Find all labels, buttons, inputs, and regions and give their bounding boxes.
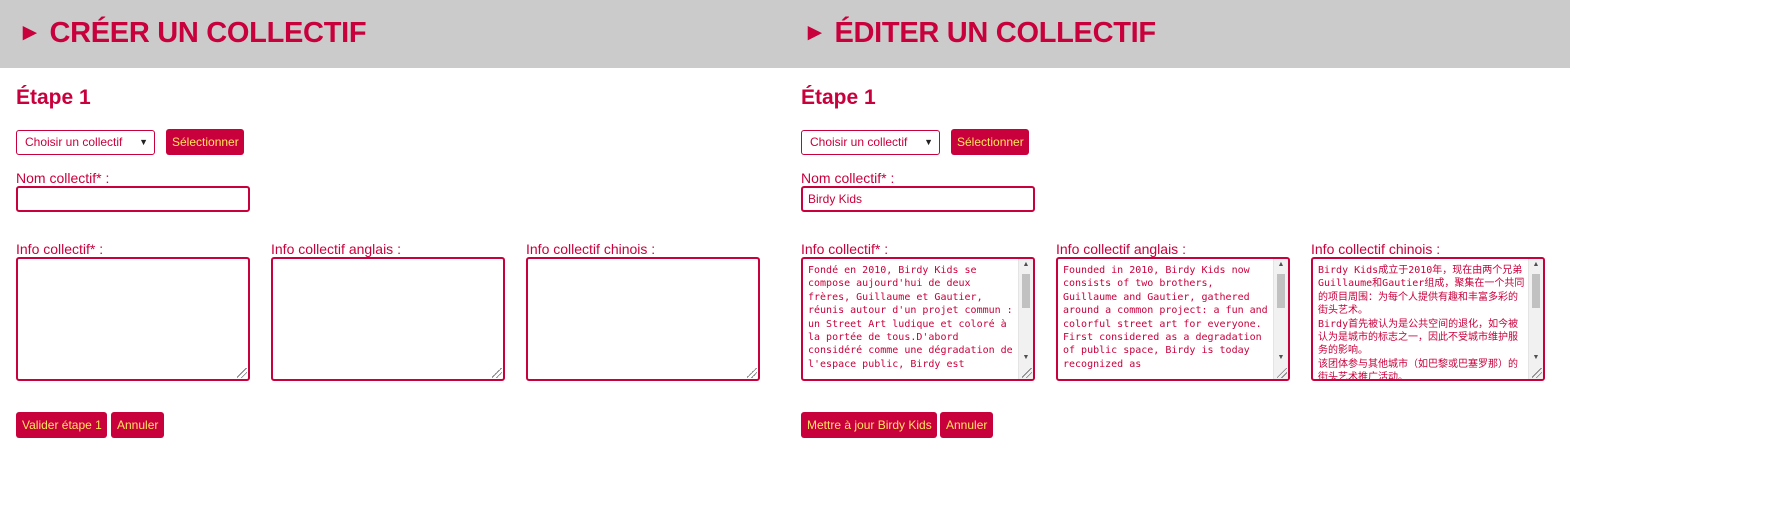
scroll-down-icon[interactable]: ▼ xyxy=(1019,354,1033,361)
panel-title: ► CRÉER UN COLLECTIF xyxy=(18,17,367,50)
name-input[interactable]: Birdy Kids xyxy=(801,186,1035,212)
scroll-down-icon[interactable]: ▼ xyxy=(1529,354,1543,361)
panel-title-text: CRÉER UN COLLECTIF xyxy=(49,17,367,49)
update-collective-button[interactable]: Mettre à jour Birdy Kids xyxy=(801,412,937,438)
step-title: Étape 1 xyxy=(16,86,91,109)
validate-step-button[interactable]: Valider étape 1 xyxy=(16,412,107,438)
triangle-right-icon: ► xyxy=(803,19,827,46)
info-en-label: Info collectif anglais : xyxy=(271,241,401,257)
scrollbar-thumb[interactable] xyxy=(1022,274,1030,308)
chevron-down-icon: ▼ xyxy=(924,137,933,147)
resize-grip-icon[interactable] xyxy=(1022,368,1032,378)
info-zh-textarea[interactable]: Birdy Kids成立于2010年，现在由两个兄弟Guillaume和Gaut… xyxy=(1311,257,1545,381)
chevron-down-icon: ▼ xyxy=(139,137,148,147)
edit-collective-panel: ► ÉDITER UN COLLECTIF Étape 1 Choisir un … xyxy=(785,0,1570,514)
resize-grip-icon[interactable] xyxy=(747,368,757,378)
name-input[interactable] xyxy=(16,186,250,212)
scrollbar-thumb[interactable] xyxy=(1532,274,1540,308)
cancel-button[interactable]: Annuler xyxy=(111,412,164,438)
scrollbar-thumb[interactable] xyxy=(1277,274,1285,308)
scroll-up-icon[interactable]: ▲ xyxy=(1274,261,1288,268)
info-textarea-text: Fondé en 2010, Birdy Kids se compose auj… xyxy=(808,265,1013,370)
collective-select[interactable]: Choisir un collectif ▼ xyxy=(16,130,155,155)
info-zh-textarea-text: Birdy Kids成立于2010年，现在由两个兄弟Guillaume和Gaut… xyxy=(1318,265,1525,379)
collective-select-value: Choisir un collectif xyxy=(25,135,123,149)
cancel-button[interactable]: Annuler xyxy=(940,412,993,438)
info-en-textarea[interactable]: Founded in 2010, Birdy Kids now consists… xyxy=(1056,257,1290,381)
info-en-textarea-text xyxy=(278,264,487,379)
scrollbar[interactable]: ▲ ▼ xyxy=(1528,259,1543,379)
triangle-right-icon: ► xyxy=(18,19,42,46)
info-label: Info collectif* : xyxy=(801,241,889,257)
scroll-up-icon[interactable]: ▲ xyxy=(1019,261,1033,268)
info-zh-label: Info collectif chinois : xyxy=(1311,241,1441,257)
select-button[interactable]: Sélectionner xyxy=(951,129,1029,155)
resize-grip-icon[interactable] xyxy=(1532,368,1542,378)
resize-grip-icon[interactable] xyxy=(492,368,502,378)
scrollbar[interactable]: ▲ ▼ xyxy=(1273,259,1288,379)
info-en-textarea-text: Founded in 2010, Birdy Kids now consists… xyxy=(1063,265,1268,370)
info-zh-textarea[interactable] xyxy=(526,257,760,381)
scroll-up-icon[interactable]: ▲ xyxy=(1529,261,1543,268)
info-textarea-text xyxy=(23,264,232,379)
select-button[interactable]: Sélectionner xyxy=(166,129,244,155)
panel-title: ► ÉDITER UN COLLECTIF xyxy=(803,17,1156,50)
scroll-down-icon[interactable]: ▼ xyxy=(1274,354,1288,361)
create-collective-panel: ► CRÉER UN COLLECTIF Étape 1 Choisir un c… xyxy=(0,0,785,514)
name-label: Nom collectif* : xyxy=(801,170,895,186)
name-label: Nom collectif* : xyxy=(16,170,110,186)
info-textarea[interactable]: Fondé en 2010, Birdy Kids se compose auj… xyxy=(801,257,1035,381)
info-zh-label: Info collectif chinois : xyxy=(526,241,656,257)
collective-select[interactable]: Choisir un collectif ▼ xyxy=(801,130,940,155)
resize-grip-icon[interactable] xyxy=(237,368,247,378)
resize-grip-icon[interactable] xyxy=(1277,368,1287,378)
info-en-textarea[interactable] xyxy=(271,257,505,381)
info-en-label: Info collectif anglais : xyxy=(1056,241,1186,257)
info-textarea[interactable] xyxy=(16,257,250,381)
scrollbar[interactable]: ▲ ▼ xyxy=(1018,259,1033,379)
step-title: Étape 1 xyxy=(801,86,876,109)
info-label: Info collectif* : xyxy=(16,241,104,257)
panel-title-text: ÉDITER UN COLLECTIF xyxy=(834,17,1156,49)
collective-select-value: Choisir un collectif xyxy=(810,135,908,149)
panel-header: ► ÉDITER UN COLLECTIF xyxy=(785,0,1570,68)
panel-header: ► CRÉER UN COLLECTIF xyxy=(0,0,785,68)
info-zh-textarea-text xyxy=(533,264,742,379)
